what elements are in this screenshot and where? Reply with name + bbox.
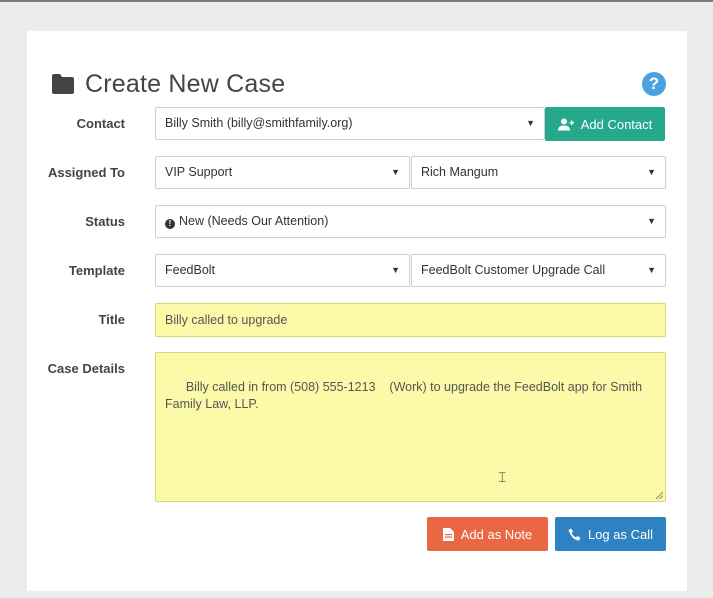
resize-handle-icon[interactable] — [655, 491, 663, 499]
add-as-note-label: Add as Note — [460, 526, 533, 542]
status-select[interactable]: ! New (Needs Our Attention) ▼ — [155, 205, 666, 238]
assigned-user-select[interactable]: Rich Mangum ▼ — [411, 156, 666, 189]
status-label: Status — [85, 214, 125, 229]
chevron-down-icon: ▼ — [391, 167, 400, 177]
title-input-value: Billy called to upgrade — [165, 313, 288, 327]
add-user-icon — [557, 118, 574, 130]
chevron-down-icon: ▼ — [647, 265, 656, 275]
phone-icon — [568, 528, 581, 540]
assigned-to-label: Assigned To — [47, 165, 125, 180]
chevron-down-icon: ▼ — [526, 118, 535, 128]
title-input[interactable]: Billy called to upgrade — [155, 303, 666, 337]
template-app-value: FeedBolt — [165, 263, 216, 277]
chevron-down-icon: ▼ — [391, 265, 400, 275]
page-title: Create New Case — [85, 69, 286, 98]
case-details-value: Billy called in from (508) 555-1213 (Wor… — [165, 380, 646, 411]
case-details-label: Case Details — [47, 361, 125, 376]
assigned-team-select[interactable]: VIP Support ▼ — [155, 156, 410, 189]
assigned-user-value: Rich Mangum — [421, 165, 499, 179]
folder-icon — [52, 74, 74, 94]
log-as-call-button[interactable]: Log as Call — [555, 517, 666, 551]
assigned-team-value: VIP Support — [165, 165, 233, 179]
template-value: FeedBolt Customer Upgrade Call — [421, 263, 606, 277]
top-border — [0, 0, 713, 2]
panel-header: Create New Case — [51, 69, 285, 99]
exclamation-circle-icon: ! — [165, 219, 175, 229]
template-label: Template — [68, 263, 125, 278]
title-label: Title — [98, 312, 126, 327]
file-text-icon — [442, 527, 454, 541]
add-contact-button[interactable]: Add Contact — [545, 107, 665, 141]
help-icon[interactable]: ? — [642, 72, 666, 96]
log-as-call-label: Log as Call — [587, 526, 654, 542]
add-contact-label: Add Contact — [580, 116, 653, 132]
chevron-down-icon: ▼ — [647, 216, 656, 226]
template-app-select[interactable]: FeedBolt ▼ — [155, 254, 410, 287]
contact-select[interactable]: Billy Smith (billy@smithfamily.org) ▼ — [155, 107, 545, 140]
text-cursor-icon: ⌶ — [498, 469, 507, 485]
create-case-panel: Create New Case ? Contact Billy Smith (b… — [27, 31, 687, 591]
contact-select-value: Billy Smith (billy@smithfamily.org) — [165, 116, 353, 130]
status-select-value: New (Needs Our Attention) — [179, 214, 329, 228]
add-as-note-button[interactable]: Add as Note — [427, 517, 548, 551]
template-select[interactable]: FeedBolt Customer Upgrade Call ▼ — [411, 254, 666, 287]
chevron-down-icon: ▼ — [647, 167, 656, 177]
case-details-textarea[interactable]: Billy called in from (508) 555-1213 (Wor… — [155, 352, 666, 502]
contact-label: Contact — [76, 116, 125, 131]
